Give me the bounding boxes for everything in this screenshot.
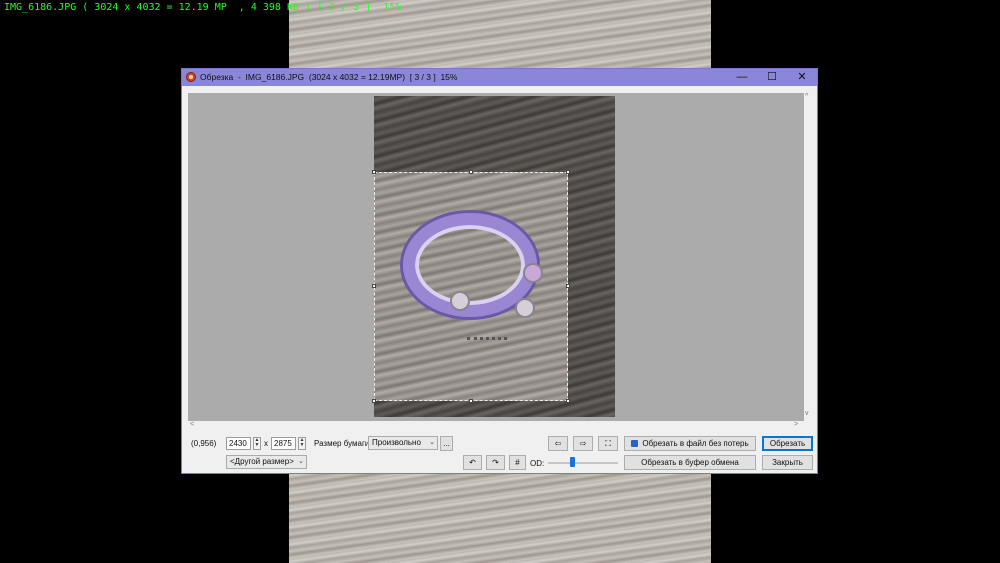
paper-size-more-button[interactable]: ... [440,436,453,451]
crop-handle-bottom-left[interactable] [372,399,376,403]
chain [467,323,507,340]
arrow-left-icon: ⇦ [554,439,562,448]
od-label: OD: [530,459,545,468]
crop-selection[interactable] [374,172,568,401]
close-window-button[interactable]: ✕ [787,69,817,86]
scroll-up-icon[interactable]: ^ [805,93,808,100]
width-input[interactable]: 2430 [226,437,251,450]
crop-handle-middle-right[interactable] [566,284,570,288]
crop-dialog: Обрезка - IMG_6186.JPG (3024 x 4032 = 12… [181,68,818,474]
crop-handle-top-middle[interactable] [469,170,473,174]
lossless-crop-label: Обрезать в файл без потерь [642,439,749,448]
od-slider[interactable] [548,462,618,464]
crop-handle-middle-left[interactable] [372,284,376,288]
osd-image-info: IMG_6186.JPG ( 3024 x 4032 = 12.19 MP , … [4,2,402,13]
width-stepper[interactable]: ▲ ▼ [253,437,261,450]
paper-size-select[interactable]: Произвольно ⌄ [368,436,438,450]
spin-down-icon[interactable]: ▼ [255,442,260,448]
grid-icon: # [515,458,520,467]
app-icon [186,72,196,82]
height-stepper[interactable]: ▲ ▼ [298,437,306,450]
chevron-down-icon: ⌄ [429,439,435,446]
crop-handle-bottom-right[interactable] [566,399,570,403]
od-slider-thumb[interactable] [570,457,575,467]
vertical-scrollbar[interactable]: ^ v [804,93,813,421]
background-wood-bottom [289,473,711,563]
grid-toggle-button[interactable]: # [509,455,526,470]
save-icon [631,440,639,447]
bead-pendant [523,263,543,283]
scroll-right-icon[interactable]: > [794,421,798,428]
window-title: Обрезка - IMG_6186.JPG (3024 x 4032 = 12… [200,72,458,82]
heart-pendant [515,298,535,318]
crop-handle-top-right[interactable] [566,170,570,174]
size-preset-select[interactable]: <Другой размер> ⌄ [226,455,307,469]
title-bar[interactable]: Обрезка - IMG_6186.JPG (3024 x 4032 = 12… [182,69,817,86]
fit-selection-button[interactable]: ⛶ [598,436,618,451]
height-input[interactable]: 2875 [271,437,296,450]
scroll-down-icon[interactable]: v [805,410,809,417]
aspect-ratio-label: (0,956) [191,439,217,448]
rotate-right-button[interactable]: ↷ [486,455,505,470]
move-right-button[interactable]: ⇨ [573,436,593,451]
minimize-button[interactable]: — [727,69,757,86]
crystal-bead [450,291,470,311]
close-button[interactable]: Закрыть [762,455,813,470]
rotate-right-icon: ↷ [492,458,499,467]
spin-down-icon[interactable]: ▼ [300,442,305,448]
paper-size-value: Произвольно [372,438,421,447]
size-preset-value: <Другой размер> [230,457,294,466]
scroll-left-icon[interactable]: < [190,421,194,428]
fit-icon: ⛶ [605,439,611,448]
rotate-left-icon: ↶ [469,458,476,467]
crop-button[interactable]: Обрезать [762,436,813,451]
crop-handle-top-left[interactable] [372,170,376,174]
crop-canvas[interactable] [188,93,804,421]
horizontal-scrollbar[interactable]: < > [188,421,804,430]
chevron-down-icon: ⌄ [298,458,304,465]
lossless-crop-button[interactable]: Обрезать в файл без потерь [624,436,756,451]
paper-size-label: Размер бумаги: [314,439,372,448]
crop-handle-bottom-middle[interactable] [469,399,473,403]
maximize-button[interactable]: ☐ [757,69,787,86]
rotate-left-button[interactable]: ↶ [463,455,482,470]
move-left-button[interactable]: ⇦ [548,436,568,451]
crop-to-clipboard-button[interactable]: Обрезать в буфер обмена [624,455,756,470]
times-label: x [264,439,268,448]
arrow-right-icon: ⇨ [579,439,587,448]
